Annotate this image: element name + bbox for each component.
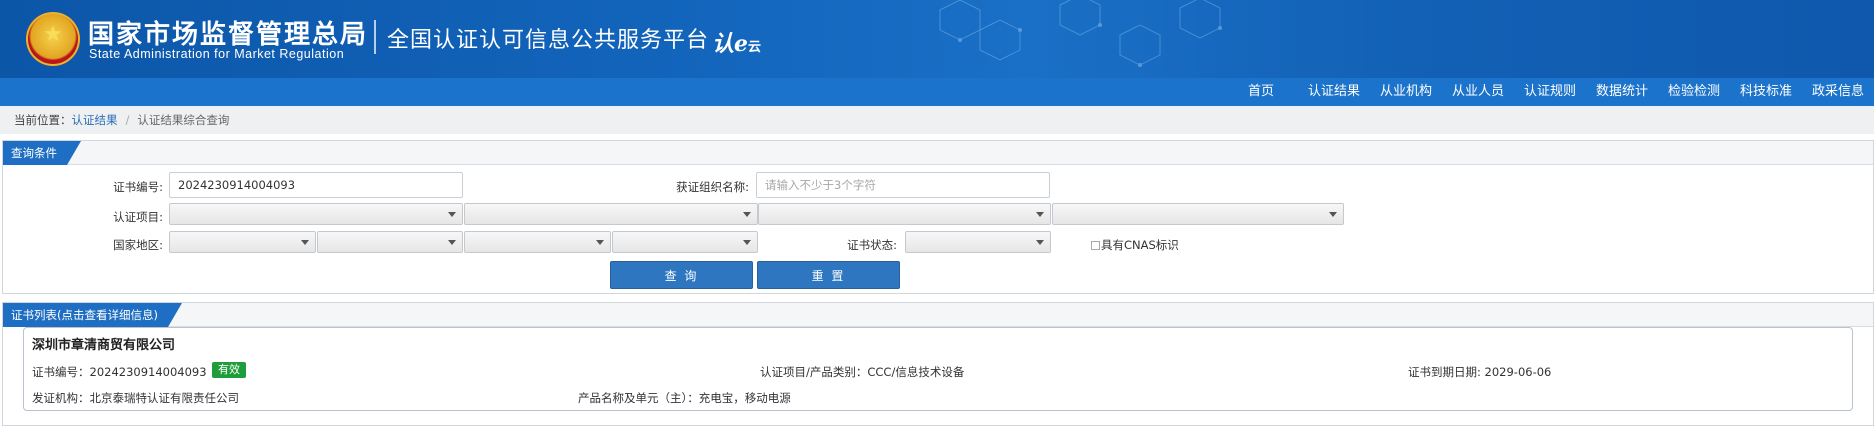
breadcrumb: 当前位置：认证结果 / 认证结果综合查询 [0,106,1874,134]
chevron-down-icon [301,240,309,245]
platform-logo-text: 认e [712,31,748,57]
cert-no-input[interactable]: 2024230914004093 [169,172,463,198]
nav-item-home[interactable]: 首页 [1248,78,1274,106]
reset-button[interactable]: 重 置 [757,261,900,289]
project-select-2[interactable] [464,203,758,225]
main-nav: 首页 认证结果 从业机构 从业人员 认证规则 数据统计 检验检测 科技标准 政采… [0,78,1874,106]
chevron-down-icon [1036,212,1044,217]
platform-logo-suffix: 云 [748,40,762,55]
region-select-2[interactable] [317,231,463,253]
header-divider [374,20,376,54]
nav-item-institutions[interactable]: 从业机构 [1380,78,1432,106]
project-label: 认证项目: [113,210,163,224]
query-panel: 查询条件 证书编号: 2024230914004093 获证组织名称: 请输入不… [2,140,1874,294]
platform-title: 全国认证认可信息公共服务平台 [387,28,710,53]
region-select-4[interactable] [612,231,758,253]
platform-logo: 认e云 [712,26,761,58]
chevron-down-icon [1036,240,1044,245]
region-label: 国家地区: [113,238,163,252]
nav-item-rules[interactable]: 认证规则 [1524,78,1576,106]
status-badge: 有效 [212,362,246,378]
org-name-label: 获证组织名称: [676,180,749,194]
nav-item-personnel[interactable]: 从业人员 [1452,78,1504,106]
nav-item-statistics[interactable]: 数据统计 [1596,78,1648,106]
nav-item-inspection[interactable]: 检验检测 [1668,78,1720,106]
breadcrumb-separator: / [125,113,130,127]
nav-item-cert-results[interactable]: 认证结果 [1308,78,1360,106]
chevron-down-icon [448,212,456,217]
project-select-3[interactable] [758,203,1051,225]
org-title: 国家市场监督管理总局 [88,20,369,50]
region-select-1[interactable] [169,231,316,253]
results-panel-header: 证书列表(点击查看详细信息) [3,303,1873,327]
result-expiry: 证书到期日期: 2029-06-06 [1408,365,1552,379]
nav-item-procurement[interactable]: 政采信息 [1812,78,1864,106]
status-label: 证书状态: [847,238,897,252]
breadcrumb-prefix: 当前位置： [14,113,72,127]
project-select-4[interactable] [1052,203,1344,225]
result-card[interactable]: 深圳市章清商贸有限公司 证书编号：2024230914004093 有效 认证项… [23,327,1853,411]
cnas-checkbox-label: 具有CNAS标识 [1101,238,1179,252]
chevron-down-icon [743,212,751,217]
result-company-name[interactable]: 深圳市章清商贸有限公司 [32,334,175,353]
org-name-input[interactable]: 请输入不少于3个字符 [756,172,1050,198]
query-panel-header: 查询条件 [3,141,1873,165]
nav-item-standards[interactable]: 科技标准 [1740,78,1792,106]
breadcrumb-link-cert-results[interactable]: 认证结果 [72,113,118,127]
status-select[interactable] [905,231,1051,253]
results-panel-tab: 证书列表(点击查看详细信息) [3,303,182,327]
result-issuer: 发证机构：北京泰瑞特认证有限责任公司 [32,391,239,405]
chevron-down-icon [1329,212,1337,217]
query-panel-tab: 查询条件 [3,141,81,165]
tech-background-decoration [939,0,1222,67]
result-project: 认证项目/产品类别：CCC/信息技术设备 [760,365,965,379]
region-select-3[interactable] [464,231,611,253]
results-panel: 证书列表(点击查看详细信息) 深圳市章清商贸有限公司 证书编号：20242309… [2,302,1874,426]
chevron-down-icon [743,240,751,245]
result-cert-no: 证书编号：2024230914004093 [32,365,207,379]
cnas-checkbox[interactable]: 具有CNAS标识 [1091,237,1179,253]
national-emblem-icon: ★ [26,12,80,66]
chevron-down-icon [596,240,604,245]
org-subtitle: State Administration for Market Regulati… [89,47,345,61]
breadcrumb-current: 认证结果综合查询 [137,113,230,127]
site-header: ★ 国家市场监督管理总局 State Administration for Ma… [0,0,1874,78]
checkbox-box[interactable] [1091,241,1100,250]
result-product: 产品名称及单元（主）：充电宝，移动电源 [578,391,791,405]
search-button[interactable]: 查 询 [610,261,753,289]
project-select-1[interactable] [169,203,463,225]
cert-no-label: 证书编号: [113,180,163,194]
chevron-down-icon [448,240,456,245]
